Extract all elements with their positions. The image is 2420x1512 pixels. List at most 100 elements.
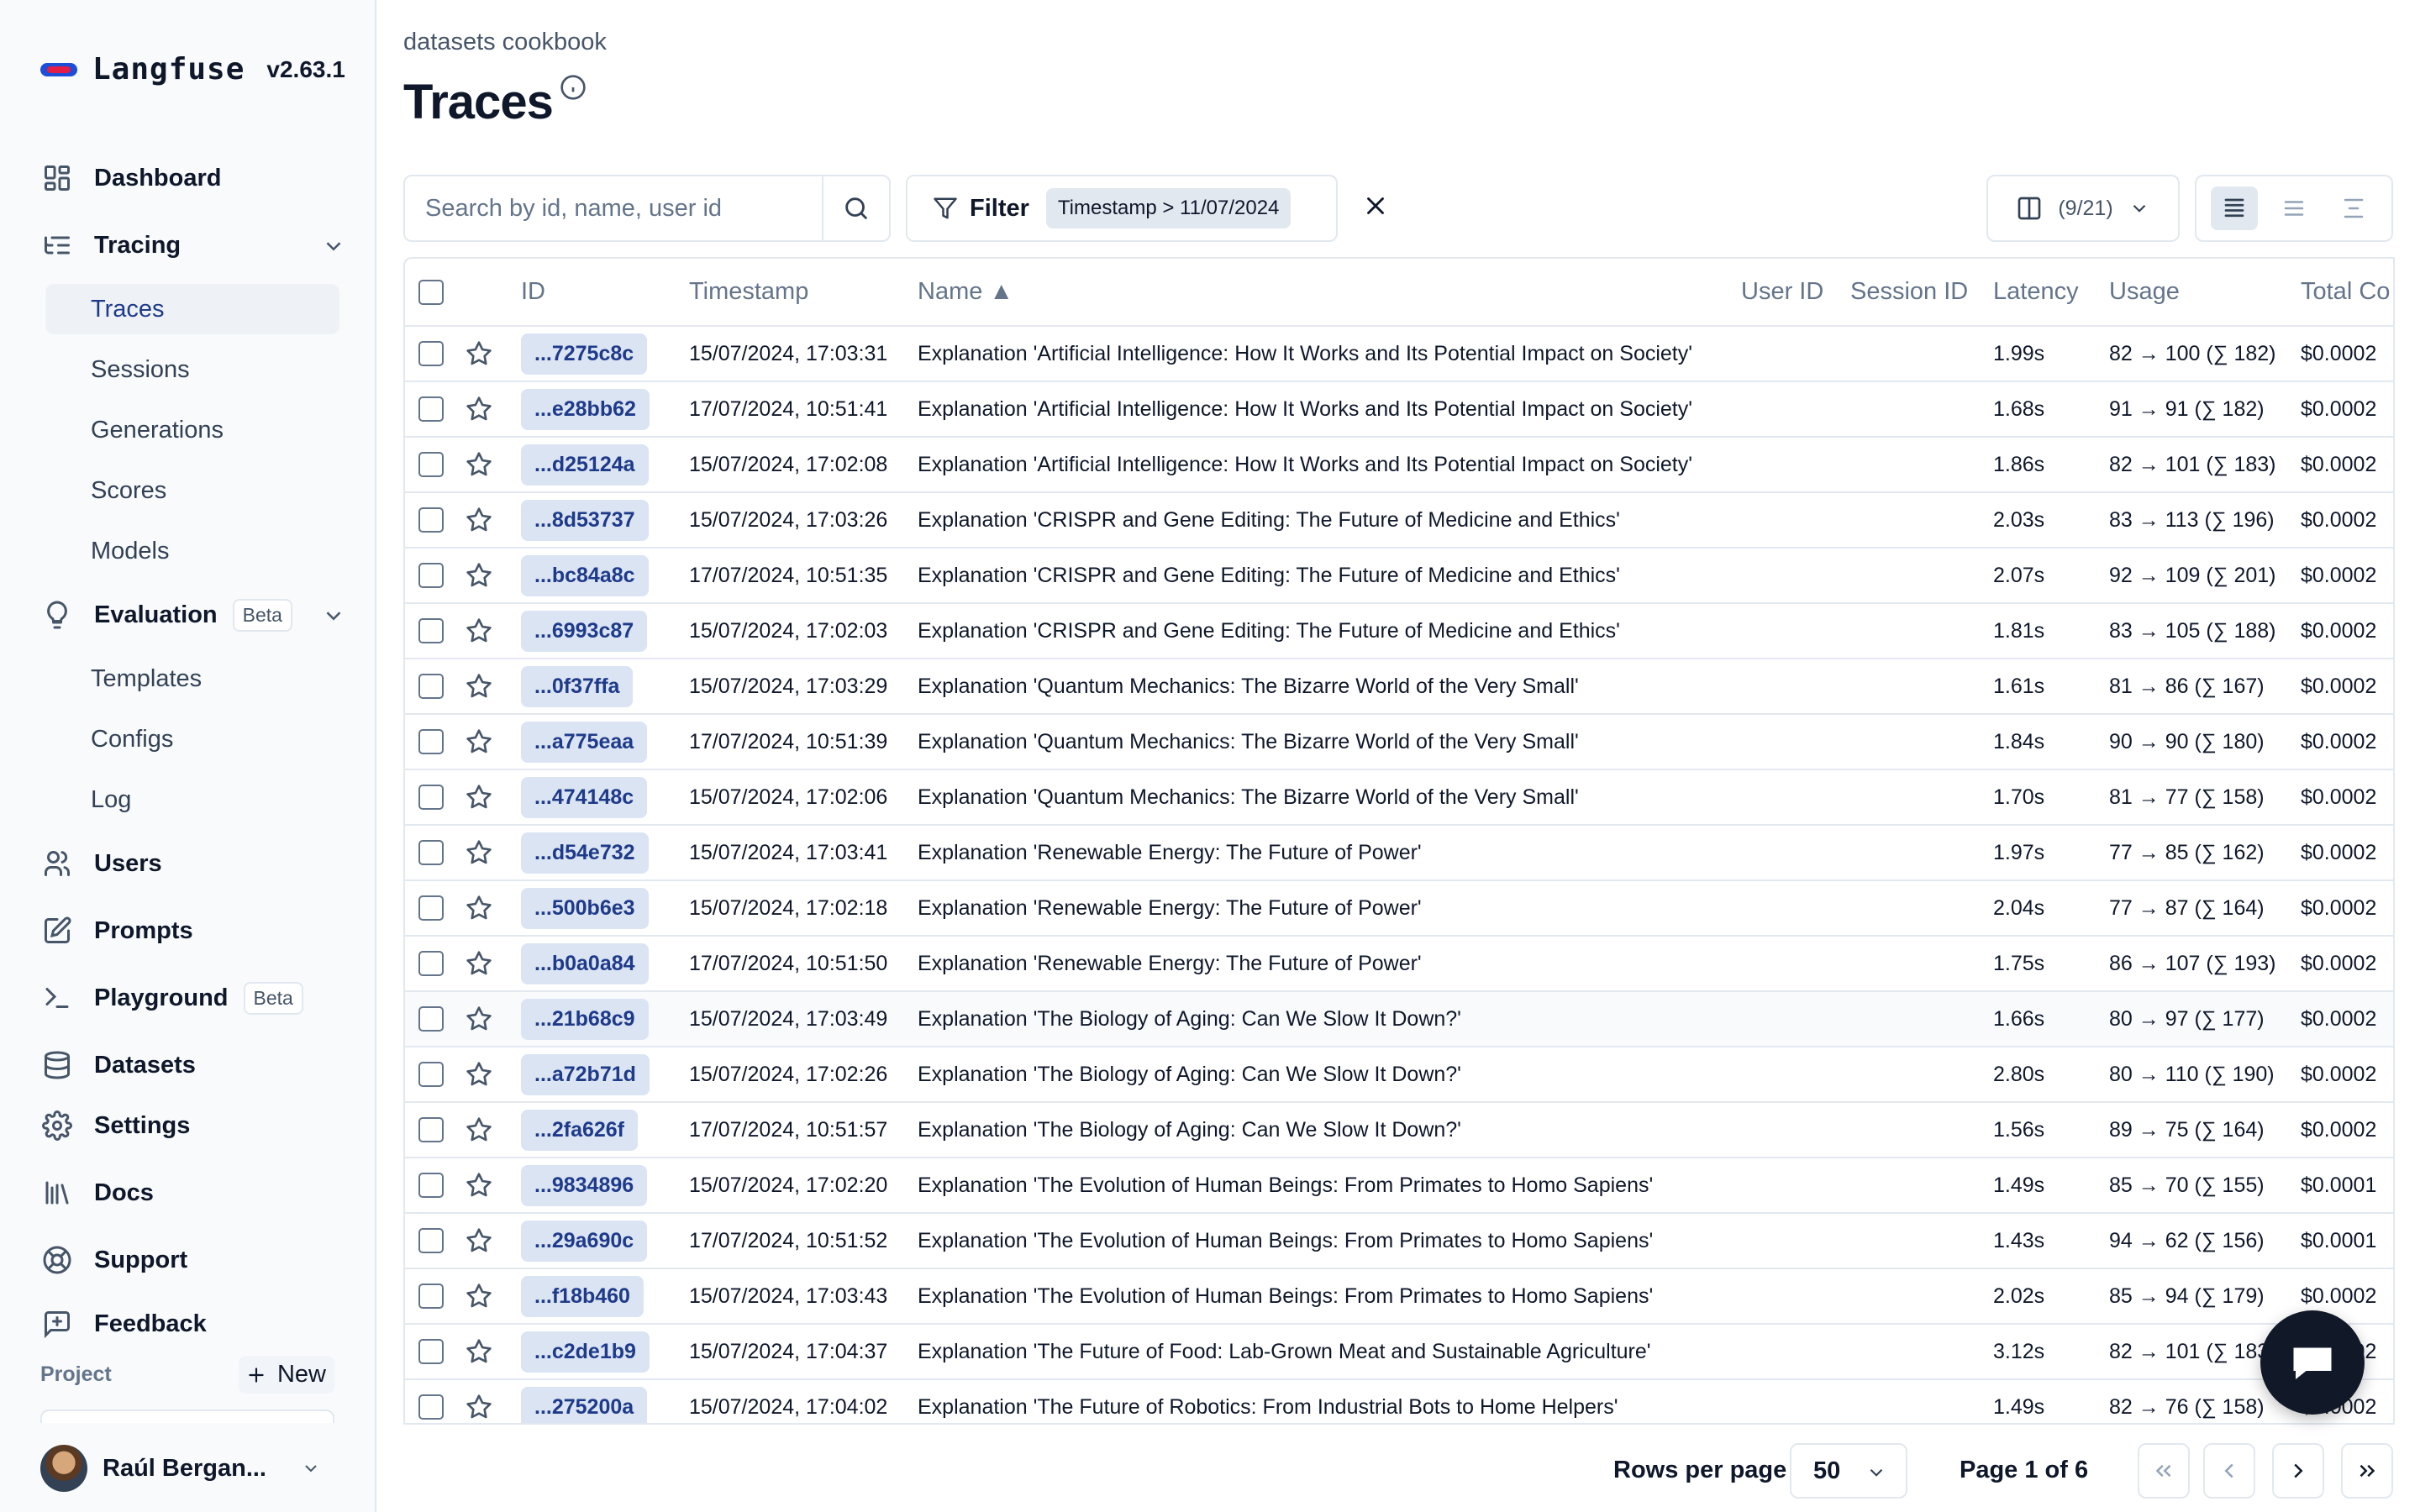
row-checkbox[interactable] xyxy=(418,563,444,589)
trace-id-badge[interactable]: ...29a690c xyxy=(521,1220,648,1262)
project-selector[interactable] xyxy=(40,1410,334,1423)
sidebar-item-playground[interactable]: Playground Beta xyxy=(40,974,346,1021)
first-page-button[interactable] xyxy=(2138,1443,2190,1499)
sidebar-item-settings[interactable]: Settings xyxy=(40,1102,346,1149)
density-medium-button[interactable] xyxy=(2270,186,2317,230)
new-project-button[interactable]: New xyxy=(238,1356,334,1394)
info-icon[interactable] xyxy=(560,74,587,105)
star-icon[interactable] xyxy=(466,452,492,476)
table-row[interactable]: ...bc84a8c 17/07/2024, 10:51:35 Explanatio… xyxy=(405,548,2393,604)
filter-button[interactable]: Filter Timestamp > 11/07/2024 xyxy=(906,175,1338,242)
select-all-checkbox[interactable] xyxy=(418,280,444,306)
star-icon[interactable] xyxy=(466,785,492,809)
trace-id-badge[interactable]: ...9834896 xyxy=(521,1164,648,1206)
table-row[interactable]: ...b0a0a84 17/07/2024, 10:51:50 Explanatio… xyxy=(405,936,2393,992)
sidebar-item-prompts[interactable]: Prompts xyxy=(40,907,346,954)
trace-id-badge[interactable]: ...8d53737 xyxy=(521,499,649,541)
star-icon[interactable] xyxy=(466,1394,492,1419)
row-checkbox[interactable] xyxy=(418,729,444,755)
star-icon[interactable] xyxy=(466,507,492,532)
star-icon[interactable] xyxy=(466,1117,492,1142)
trace-id-badge[interactable]: ...bc84a8c xyxy=(521,554,649,596)
trace-id-badge[interactable]: ...a72b71d xyxy=(521,1053,650,1095)
user-menu[interactable]: Raúl Bergan... xyxy=(40,1443,334,1494)
row-checkbox[interactable] xyxy=(418,895,444,921)
star-icon[interactable] xyxy=(466,1339,492,1363)
star-icon[interactable] xyxy=(466,674,492,698)
column-visibility-button[interactable]: (9/21) xyxy=(1986,175,2180,242)
table-row[interactable]: ...c2de1b9 15/07/2024, 17:04:37 Explanatio… xyxy=(405,1324,2393,1380)
search-button[interactable] xyxy=(822,176,889,240)
column-header-usage[interactable]: Usage xyxy=(2109,259,2301,327)
row-checkbox[interactable] xyxy=(418,1173,444,1199)
chat-button[interactable] xyxy=(2260,1310,2365,1415)
star-icon[interactable] xyxy=(466,341,492,365)
row-checkbox[interactable] xyxy=(418,785,444,811)
column-header-latency[interactable]: Latency xyxy=(1993,259,2109,327)
row-checkbox[interactable] xyxy=(418,1006,444,1032)
sidebar-item-evaluation[interactable]: Evaluation Beta xyxy=(40,591,346,638)
row-checkbox[interactable] xyxy=(418,840,444,866)
brand[interactable]: Langfuse v2.63.1 xyxy=(40,52,345,87)
breadcrumb[interactable]: datasets cookbook xyxy=(403,29,607,56)
star-icon[interactable] xyxy=(466,1006,492,1031)
sidebar-item-templates[interactable]: Templates xyxy=(45,654,339,704)
star-icon[interactable] xyxy=(466,396,492,421)
trace-id-badge[interactable]: ...275200a xyxy=(521,1386,648,1423)
trace-id-badge[interactable]: ...c2de1b9 xyxy=(521,1331,650,1373)
density-spacious-button[interactable] xyxy=(2330,186,2377,230)
row-checkbox[interactable] xyxy=(418,341,444,367)
row-checkbox[interactable] xyxy=(418,1339,444,1365)
table-row[interactable]: ...29a690c 17/07/2024, 10:51:52 Explanatio… xyxy=(405,1213,2393,1269)
sidebar-item-configs[interactable]: Configs xyxy=(45,714,339,764)
star-icon[interactable] xyxy=(466,840,492,864)
trace-id-badge[interactable]: ...d25124a xyxy=(521,444,649,486)
row-checkbox[interactable] xyxy=(418,452,444,478)
table-row[interactable]: ...f18b460 15/07/2024, 17:03:43 Explanatio… xyxy=(405,1268,2393,1325)
star-icon[interactable] xyxy=(466,1062,492,1086)
star-icon[interactable] xyxy=(466,895,492,920)
star-icon[interactable] xyxy=(466,1284,492,1308)
sidebar-item-traces[interactable]: Traces xyxy=(45,284,339,334)
row-checkbox[interactable] xyxy=(418,674,444,700)
trace-id-badge[interactable]: ...f18b460 xyxy=(521,1275,644,1317)
row-checkbox[interactable] xyxy=(418,396,444,423)
column-header-user-id[interactable]: User ID xyxy=(1741,259,1850,327)
chevron-down-icon[interactable] xyxy=(321,234,346,263)
search-input[interactable] xyxy=(405,176,808,240)
row-checkbox[interactable] xyxy=(418,1062,444,1088)
trace-id-badge[interactable]: ...d54e732 xyxy=(521,832,649,874)
chevron-down-icon[interactable] xyxy=(321,603,346,633)
rows-per-page-select[interactable]: 50 xyxy=(1790,1443,1907,1499)
table-row[interactable]: ...500b6e3 15/07/2024, 17:02:18 Explanatio… xyxy=(405,880,2393,937)
previous-page-button[interactable] xyxy=(2203,1443,2255,1499)
column-header-id[interactable]: ID xyxy=(521,259,689,327)
sidebar-item-users[interactable]: Users xyxy=(40,840,346,887)
density-compact-button[interactable] xyxy=(2211,186,2259,230)
trace-id-badge[interactable]: ...b0a0a84 xyxy=(521,942,649,984)
trace-id-badge[interactable]: ...21b68c9 xyxy=(521,998,649,1040)
sidebar-item-sessions[interactable]: Sessions xyxy=(45,344,339,395)
trace-id-badge[interactable]: ...2fa626f xyxy=(521,1109,639,1151)
table-row[interactable]: ...6993c87 15/07/2024, 17:02:03 Explanatio… xyxy=(405,603,2393,659)
row-checkbox[interactable] xyxy=(418,1228,444,1254)
row-checkbox[interactable] xyxy=(418,951,444,977)
column-header-session-id[interactable]: Session ID xyxy=(1850,259,1993,327)
sidebar-item-generations[interactable]: Generations xyxy=(45,405,339,455)
table-row[interactable]: ...a775eaa 17/07/2024, 10:51:39 Explanatio… xyxy=(405,714,2393,770)
star-icon[interactable] xyxy=(466,563,492,587)
clear-filter-button[interactable] xyxy=(1361,192,1390,224)
table-row[interactable]: ...2fa626f 17/07/2024, 10:51:57 Explanatio… xyxy=(405,1102,2393,1158)
column-header-name[interactable]: Name ▲ xyxy=(918,259,1741,327)
last-page-button[interactable] xyxy=(2341,1443,2393,1499)
trace-id-badge[interactable]: ...6993c87 xyxy=(521,610,648,652)
trace-id-badge[interactable]: ...474148c xyxy=(521,776,648,818)
row-checkbox[interactable] xyxy=(418,1117,444,1143)
row-checkbox[interactable] xyxy=(418,507,444,533)
sidebar-item-models[interactable]: Models xyxy=(45,526,339,576)
star-icon[interactable] xyxy=(466,618,492,643)
star-icon[interactable] xyxy=(466,1228,492,1252)
table-row[interactable]: ...7275c8c 15/07/2024, 17:03:31 Explanatio… xyxy=(405,326,2393,382)
table-row[interactable]: ...e28bb62 17/07/2024, 10:51:41 Explanatio… xyxy=(405,381,2393,438)
next-page-button[interactable] xyxy=(2272,1443,2324,1499)
